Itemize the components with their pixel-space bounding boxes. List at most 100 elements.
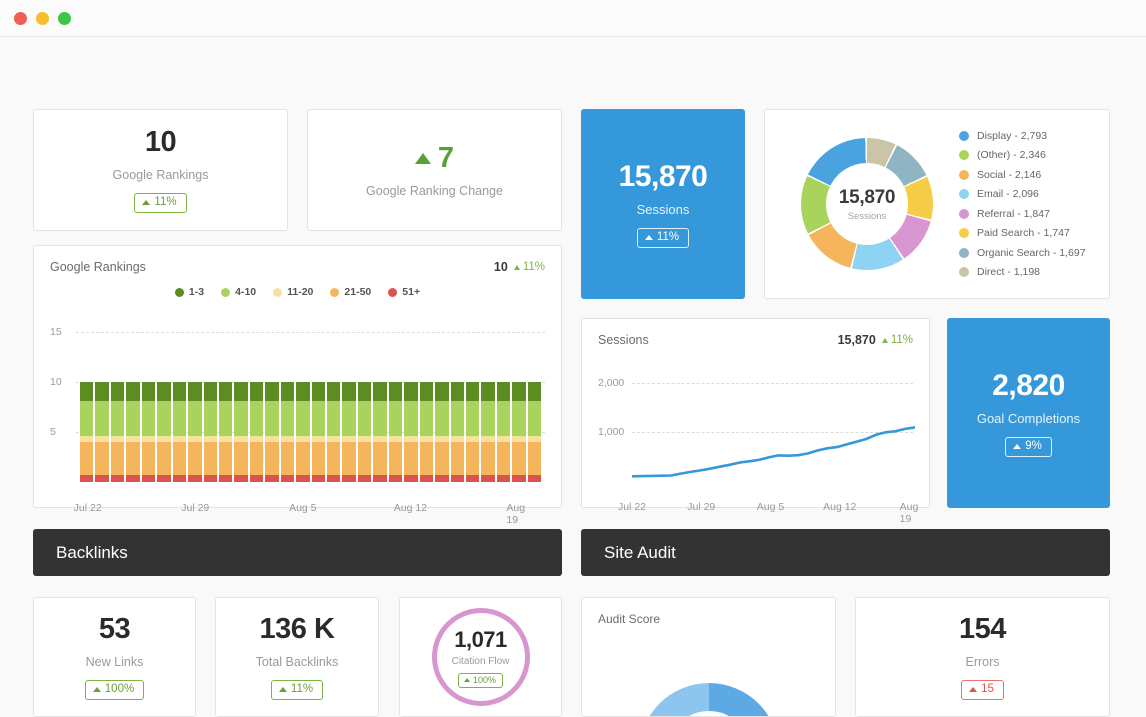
bar-chart-plot: 51015Jul 22Jul 29Aug 5Aug 12Aug 19 (50, 312, 545, 482)
chart-card-sessions-donut[interactable]: 15,870 Sessions Display - 2,793(Other) -… (764, 109, 1110, 299)
kpi-change-badge: 11% (271, 680, 323, 701)
donut-legend-item[interactable]: Direct - 1,198 (959, 266, 1086, 278)
kpi-badge-value: 11% (154, 196, 176, 210)
kpi-label: New Links (86, 655, 144, 669)
bar-segment (512, 475, 525, 482)
bar[interactable] (466, 382, 479, 482)
chart-header-change: 11% (514, 261, 545, 273)
chart-title: Audit Score (598, 612, 660, 626)
bar[interactable] (481, 382, 494, 482)
line-chart-plot: 1,0002,000Jul 22Jul 29Aug 5Aug 12Aug 19 (598, 363, 913, 481)
bar[interactable] (142, 382, 155, 482)
bar-legend-item[interactable]: 51+ (388, 286, 420, 298)
kpi-card-goal-completions[interactable]: 2,820 Goal Completions 9% (947, 318, 1110, 508)
bar[interactable] (296, 382, 309, 482)
maximize-button-icon[interactable] (58, 12, 71, 25)
kpi-badge-value: 100% (105, 683, 134, 697)
bar[interactable] (219, 382, 232, 482)
minimize-button-icon[interactable] (36, 12, 49, 25)
bar-segment (512, 442, 525, 475)
bar-segment (157, 442, 170, 475)
x-axis-tick-label: Aug 5 (757, 501, 784, 513)
kpi-content: 154 Errors 15 (856, 598, 1109, 716)
bar-legend-item[interactable]: 21-50 (330, 286, 371, 298)
arrow-up-icon (645, 235, 653, 240)
bar[interactable] (420, 382, 433, 482)
section-header-site-audit: Site Audit (581, 529, 1110, 576)
bar-segment (528, 475, 541, 482)
kpi-change-badge: 100% (458, 673, 503, 688)
bar-segment (312, 382, 325, 401)
kpi-card-google-ranking-change[interactable]: 7 Google Ranking Change (307, 109, 562, 231)
bar-segment (481, 401, 494, 436)
bar-segment (342, 401, 355, 436)
bar-segment (466, 475, 479, 482)
bar[interactable] (204, 382, 217, 482)
bar[interactable] (342, 382, 355, 482)
bar-segment (111, 382, 124, 401)
bar[interactable] (80, 382, 93, 482)
bar[interactable] (528, 382, 541, 482)
bar-segment (358, 475, 371, 482)
bar[interactable] (451, 382, 464, 482)
donut-legend-item[interactable]: Paid Search - 1,747 (959, 227, 1086, 239)
bar-segment (451, 382, 464, 401)
bar[interactable] (173, 382, 186, 482)
donut-legend-item[interactable]: (Other) - 2,346 (959, 149, 1086, 161)
close-button-icon[interactable] (14, 12, 27, 25)
bar-segment (451, 475, 464, 482)
bar-segment (312, 442, 325, 475)
bar[interactable] (111, 382, 124, 482)
kpi-card-total-backlinks[interactable]: 136 K Total Backlinks 11% (215, 597, 379, 717)
donut-legend-item[interactable]: Social - 2,146 (959, 169, 1086, 181)
legend-label: Social - 2,146 (977, 169, 1041, 181)
chart-card-audit-score[interactable]: Audit Score (581, 597, 836, 717)
bar[interactable] (157, 382, 170, 482)
bar[interactable] (497, 382, 510, 482)
sessions-line-svg (632, 363, 915, 481)
kpi-card-citation-flow[interactable]: 1,071 Citation Flow 100% (399, 597, 562, 717)
kpi-label: Citation Flow (452, 656, 510, 667)
bar-legend-item[interactable]: 11-20 (273, 286, 313, 298)
bar[interactable] (435, 382, 448, 482)
legend-label: Paid Search - 1,747 (977, 227, 1070, 239)
bar[interactable] (327, 382, 340, 482)
kpi-card-sessions[interactable]: 15,870 Sessions 11% (581, 109, 745, 299)
bar[interactable] (281, 382, 294, 482)
chart-card-google-rankings[interactable]: Google Rankings 10 11% 1-34-1011-2021-50… (33, 245, 562, 508)
bar[interactable] (389, 382, 402, 482)
bar[interactable] (188, 382, 201, 482)
bar-legend-item[interactable]: 4-10 (221, 286, 256, 298)
bar-legend-item[interactable]: 1-3 (175, 286, 204, 298)
bar-segment (204, 475, 217, 482)
bar[interactable] (234, 382, 247, 482)
arrow-up-icon (93, 687, 101, 692)
kpi-card-new-links[interactable]: 53 New Links 100% (33, 597, 196, 717)
bar[interactable] (358, 382, 371, 482)
donut-legend-item[interactable]: Referral - 1,847 (959, 208, 1086, 220)
x-axis-tick-label: Aug 5 (289, 502, 316, 514)
bar[interactable] (512, 382, 525, 482)
bar-segment (126, 401, 139, 436)
bar[interactable] (126, 382, 139, 482)
donut-legend-item[interactable]: Organic Search - 1,697 (959, 247, 1086, 259)
bar-segment (281, 442, 294, 475)
bar-segment (157, 475, 170, 482)
kpi-card-google-rankings[interactable]: 10 Google Rankings 11% (33, 109, 288, 231)
bar-segment (296, 475, 309, 482)
bar[interactable] (95, 382, 108, 482)
bar[interactable] (312, 382, 325, 482)
citation-flow-ring: 1,071 Citation Flow 100% (432, 608, 530, 706)
bar[interactable] (404, 382, 417, 482)
kpi-card-errors[interactable]: 154 Errors 15 (855, 597, 1110, 717)
bar-segment (528, 442, 541, 475)
bar-segment (312, 475, 325, 482)
bar[interactable] (373, 382, 386, 482)
bar-segment (204, 382, 217, 401)
bar[interactable] (250, 382, 263, 482)
bar[interactable] (265, 382, 278, 482)
donut-legend-item[interactable]: Email - 2,096 (959, 188, 1086, 200)
donut-legend-item[interactable]: Display - 2,793 (959, 130, 1086, 142)
kpi-badge-value: 11% (657, 231, 679, 245)
chart-card-sessions-line[interactable]: Sessions 15,870 11% 1,0002,000Jul 22Jul … (581, 318, 930, 508)
